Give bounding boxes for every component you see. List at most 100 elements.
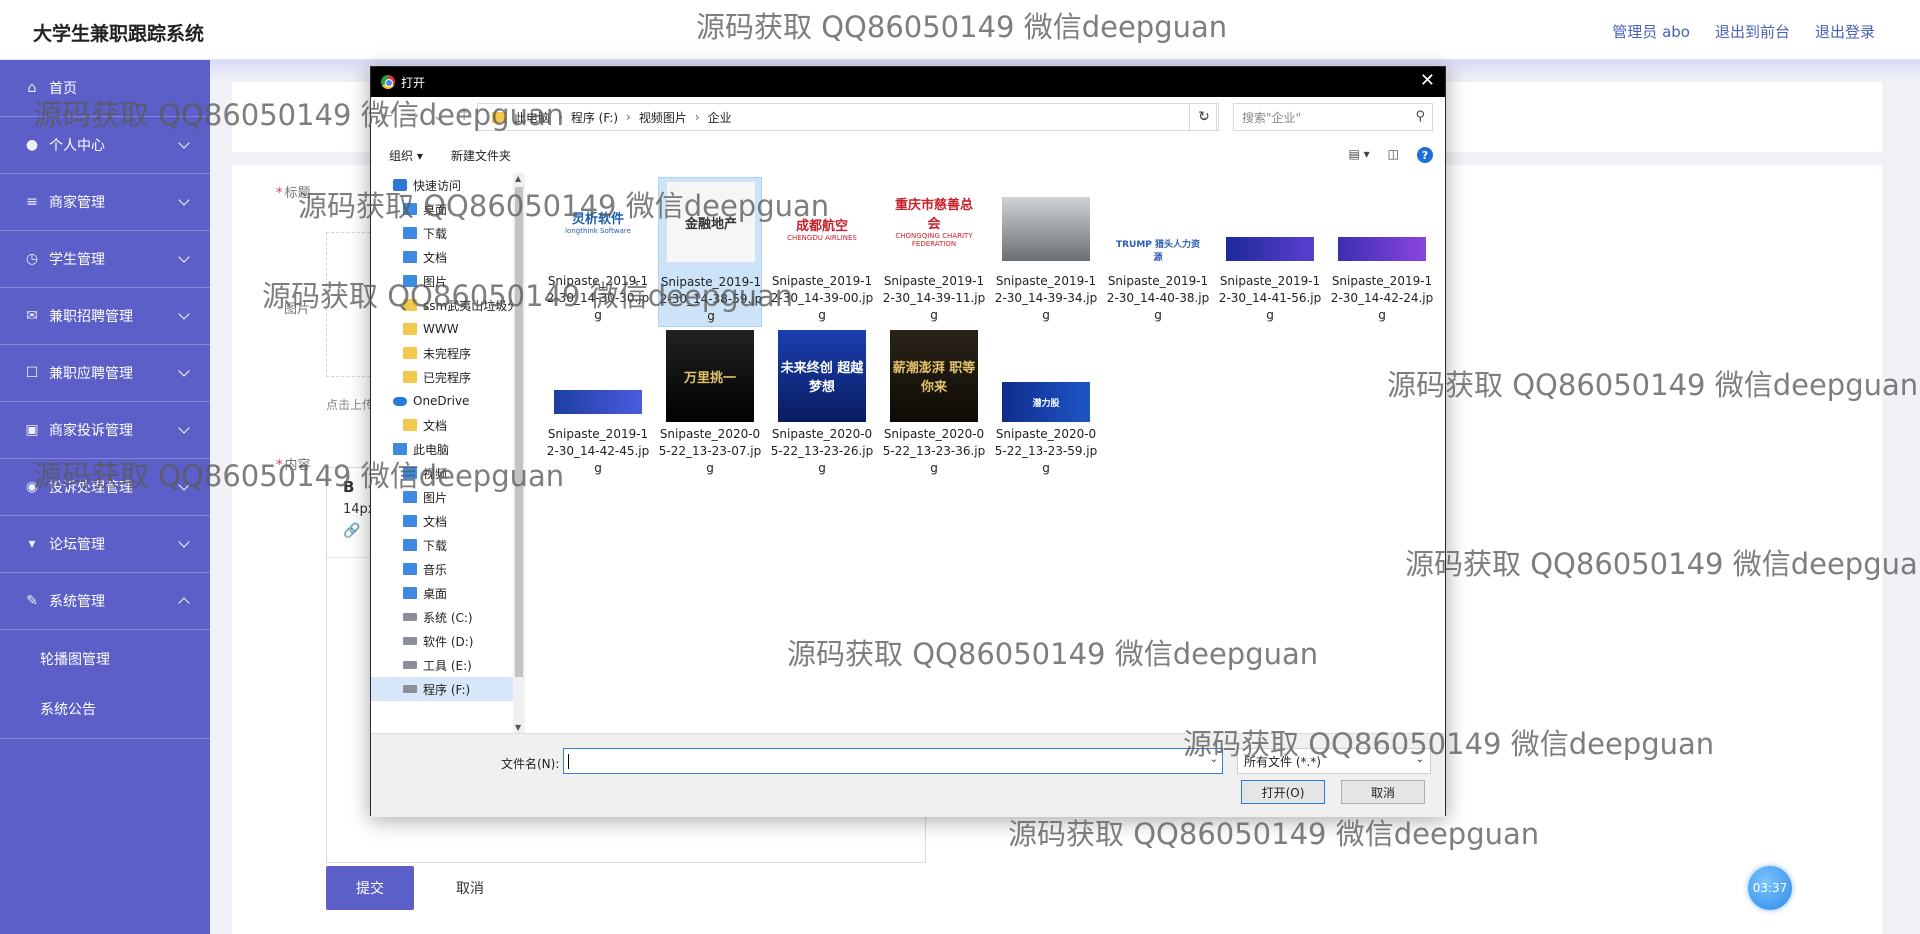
- submit-button[interactable]: 提交: [326, 866, 414, 910]
- clock-badge: 03:37: [1748, 866, 1792, 910]
- nav-tree-item[interactable]: 图片: [371, 269, 513, 293]
- nav-tree-item[interactable]: 视频: [371, 461, 513, 485]
- exit-to-front-link[interactable]: 退出到前台: [1715, 21, 1790, 42]
- preview-pane-icon[interactable]: ◫: [1388, 147, 1399, 163]
- nav-tree-item[interactable]: 快速访问: [371, 173, 513, 197]
- sidebar-item[interactable]: ✉ 兼职招聘管理: [0, 288, 210, 345]
- sidebar-item[interactable]: ◷ 学生管理: [0, 231, 210, 288]
- file-item[interactable]: Snipaste_2019-12-30_14-41-56.jpg: [1218, 177, 1322, 327]
- breadcrumb-item[interactable]: 视频图片: [639, 109, 687, 126]
- file-item[interactable]: 金融地产 Snipaste_2019-12-30_14-38-59.jpg: [658, 177, 762, 327]
- file-item[interactable]: Snipaste_2019-12-30_14-42-24.jpg: [1330, 177, 1434, 327]
- sidebar-item[interactable]: ⌂ 首页: [0, 60, 210, 117]
- nav-tree-item[interactable]: 图片: [371, 485, 513, 509]
- nav-tree-item[interactable]: 文档: [371, 509, 513, 533]
- logout-link[interactable]: 退出登录: [1815, 21, 1875, 42]
- file-item[interactable]: 灵析软件 longthink Software Snipaste_2019-12-3…: [546, 177, 650, 327]
- sidebar-item[interactable]: ≡ 商家管理: [0, 174, 210, 231]
- back-icon[interactable]: ←: [381, 108, 393, 124]
- sidebar-subitem[interactable]: 系统公告: [0, 684, 210, 734]
- file-item[interactable]: 万里挑一 Snipaste_2020-05-22_13-23-07.jpg: [658, 330, 762, 480]
- open-button[interactable]: 打开(O): [1241, 780, 1325, 804]
- sidebar-item[interactable]: ✎ 系统管理: [0, 573, 210, 630]
- file-item[interactable]: 重庆市慈善总会 CHONGQING CHARITY FEDERATION Snipa…: [882, 177, 986, 327]
- nav-tree-item[interactable]: 系统 (C:): [371, 605, 513, 629]
- view-mode-icon[interactable]: ▤ ▾: [1348, 147, 1369, 163]
- file-item[interactable]: 薪潮澎湃 职等你来 Snipaste_2020-05-22_13-23-36.jp…: [882, 330, 986, 480]
- nav-tree-item[interactable]: 此电脑: [371, 437, 513, 461]
- breadcrumb-item[interactable]: 程序 (F:): [571, 109, 618, 126]
- thumbnail-text: 金融地产: [684, 216, 737, 232]
- scroll-thumb[interactable]: [515, 187, 523, 677]
- file-name: Snipaste_2020-05-22_13-23-26.jpg: [770, 427, 874, 475]
- dialog-cancel-button[interactable]: 取消: [1341, 780, 1425, 804]
- file-item[interactable]: 潜力股 Snipaste_2020-05-22_13-23-59.jpg: [994, 330, 1098, 480]
- sidebar-item[interactable]: ● 个人中心: [0, 117, 210, 174]
- file-item[interactable]: TRUMP 猎头人力资源 Snipaste_2019-12-30_14-40-38…: [1106, 177, 1210, 327]
- help-icon[interactable]: ?: [1417, 147, 1433, 163]
- forward-icon[interactable]: →: [407, 108, 419, 124]
- file-item[interactable]: Snipaste_2019-12-30_14-39-34.jpg: [994, 177, 1098, 327]
- breadcrumb-item[interactable]: 此电脑: [514, 109, 550, 126]
- nav-tree-item[interactable]: 音乐: [371, 557, 513, 581]
- admin-label[interactable]: 管理员 abo: [1612, 21, 1690, 42]
- nav-tree-item[interactable]: 工具 (E:): [371, 653, 513, 677]
- cancel-button[interactable]: 取消: [440, 866, 500, 910]
- nav-tree-item[interactable]: 下载: [371, 221, 513, 245]
- user-icon: ●: [25, 137, 39, 153]
- nav-tree-item[interactable]: 下载: [371, 533, 513, 557]
- breadcrumb-item[interactable]: 企业: [708, 109, 732, 126]
- breadcrumb-separator-icon[interactable]: ›: [626, 110, 631, 124]
- chevron-up-icon: [178, 597, 190, 609]
- chrome-icon: [381, 75, 395, 89]
- file-thumbnail: 薪潮澎湃 职等你来: [890, 330, 978, 422]
- nav-tree-item[interactable]: 桌面: [371, 581, 513, 605]
- file-item[interactable]: 成都航空 CHENGDU AIRLINES Snipaste_2019-12-30_…: [770, 177, 874, 327]
- compass-icon: ◉: [25, 479, 39, 495]
- sidebar-subitem[interactable]: 轮播图管理: [0, 634, 210, 684]
- sidebar-item[interactable]: ◉ 投诉处理管理: [0, 459, 210, 516]
- address-bar[interactable]: 此电脑 › 程序 (F:) › 视频图片 › 企业 ⌄: [477, 103, 1217, 131]
- breadcrumb-separator-icon[interactable]: ›: [695, 110, 700, 124]
- up-icon[interactable]: ↑: [458, 108, 470, 124]
- recent-icon[interactable]: ⌄: [432, 108, 444, 124]
- folder-icon: [492, 111, 506, 123]
- chevron-down-icon: ⌄: [1415, 754, 1424, 765]
- thumbnail-text: 潜力股: [1032, 398, 1060, 409]
- refresh-icon[interactable]: ↻: [1189, 103, 1219, 131]
- sidebar-item[interactable]: ▣ 商家投诉管理: [0, 402, 210, 459]
- search-input[interactable]: 搜索"企业" ⚲: [1233, 103, 1433, 131]
- nav-tree-item[interactable]: WWW: [371, 317, 513, 341]
- new-folder-button[interactable]: 新建文件夹: [451, 147, 511, 164]
- nav-tree-item[interactable]: 软件 (D:): [371, 629, 513, 653]
- nav-tree-item[interactable]: 文档: [371, 245, 513, 269]
- breadcrumb-separator-icon[interactable]: ›: [558, 110, 563, 124]
- tree-scrollbar[interactable]: ▲ ▼: [513, 173, 525, 733]
- scroll-down-icon[interactable]: ▼: [515, 723, 521, 732]
- sidebar-item[interactable]: ▾ 论坛管理: [0, 516, 210, 573]
- nav-tree-item[interactable]: 程序 (F:): [371, 677, 513, 701]
- sidebar-item[interactable]: ☐ 兼职应聘管理: [0, 345, 210, 402]
- chevron-down-icon[interactable]: ⌄: [1210, 754, 1218, 765]
- file-name: Snipaste_2019-12-30_14-30-30.jpg: [546, 274, 650, 322]
- file-item[interactable]: Snipaste_2019-12-30_14-42-45.jpg: [546, 330, 650, 480]
- file-thumbnail: [1338, 237, 1426, 261]
- edit-icon: ✎: [26, 593, 38, 609]
- drive-icon: [403, 685, 417, 693]
- organize-button[interactable]: 组织 ▾: [389, 147, 423, 164]
- close-icon[interactable]: ✕: [1420, 72, 1435, 90]
- file-name: Snipaste_2019-12-30_14-42-45.jpg: [546, 427, 650, 475]
- nav-tree-item[interactable]: ssm武夷山垃圾分: [371, 293, 513, 317]
- file-item[interactable]: 未来终创 超越梦想 Snipaste_2020-05-22_13-23-26.jp…: [770, 330, 874, 480]
- scroll-up-icon[interactable]: ▲: [515, 174, 521, 183]
- nav-tree-item[interactable]: OneDrive: [371, 389, 513, 413]
- drive-icon: [403, 637, 417, 645]
- nav-tree-item[interactable]: 未完程序: [371, 341, 513, 365]
- nav-tree-item[interactable]: 已完程序: [371, 365, 513, 389]
- nav-tree-item[interactable]: 桌面: [371, 197, 513, 221]
- sidebar-item-label: 投诉处理管理: [49, 480, 133, 496]
- file-type-select[interactable]: 所有文件 (*.*) ⌄: [1237, 748, 1431, 774]
- nav-tree-item[interactable]: 文档: [371, 413, 513, 437]
- thumbnail-caption: CHONGQING CHARITY FEDERATION: [895, 232, 973, 248]
- filename-input[interactable]: ⌄: [563, 748, 1223, 774]
